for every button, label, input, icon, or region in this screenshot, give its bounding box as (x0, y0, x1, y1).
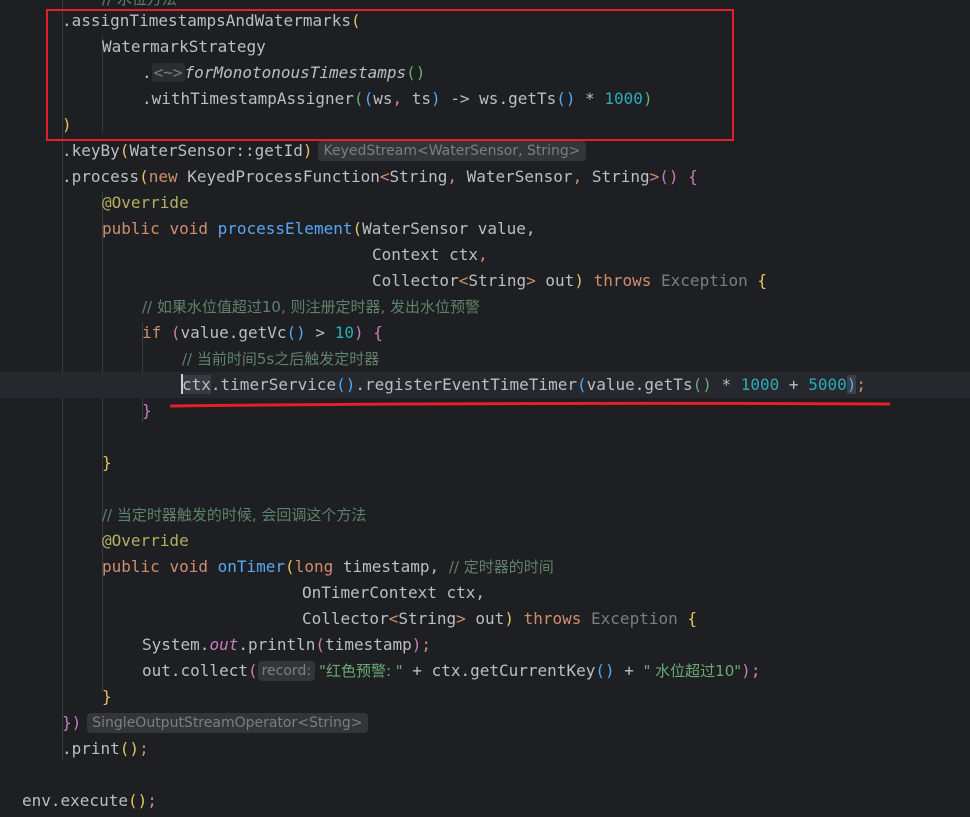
parameter: ctx (449, 245, 478, 264)
highlight-box (46, 9, 734, 141)
keyword: throws (523, 609, 592, 628)
text-caret (181, 374, 183, 394)
comment: // 当前时间5s之后触发定时器 (182, 350, 380, 368)
type-arg: String (468, 271, 527, 290)
class-name: KeyedProcessFunction (187, 167, 380, 186)
code-line: .print(); (62, 739, 149, 758)
keyword: public (102, 219, 170, 238)
method-call: .registerEventTimeTimer (355, 375, 577, 394)
operator: > (305, 323, 335, 342)
method-call: value.getTs (586, 375, 693, 394)
keyword: void (169, 557, 218, 576)
operator: + (614, 661, 644, 680)
parameter-type: Collector (302, 609, 389, 628)
method-call: out.collect (142, 661, 248, 680)
code-line: env.execute(); (22, 791, 157, 810)
method-call: value.getVc (180, 323, 287, 342)
parameter-type: Context (372, 245, 450, 264)
keyword: new (148, 167, 188, 186)
code-line: public void processElement(WaterSensor v… (102, 219, 536, 238)
parameter: out (535, 271, 575, 290)
operator: + (779, 375, 809, 394)
method-call: .process (62, 167, 140, 186)
parameter: timestamp, (342, 557, 449, 576)
method-call: .timerService (210, 375, 337, 394)
comment: // 当定时器触发的时候, 会回调这个方法 (102, 506, 367, 524)
argument: timestamp (325, 635, 412, 654)
parameter-type: Collector (372, 271, 459, 290)
close-brace: } (102, 687, 112, 706)
type-arg: String (398, 609, 457, 628)
keyword: void (169, 219, 218, 238)
string-literal: "红色预警: " (319, 662, 403, 680)
code-line: Collector<String> out) throws Exception … (302, 609, 697, 628)
parameter: OnTimerContext ctx, (302, 583, 486, 602)
close-brace: } (142, 401, 152, 420)
method-call: .keyBy (62, 141, 120, 160)
code-line: .keyBy(WaterSensor::getId) KeyedStream<Wa… (0, 138, 970, 164)
static-field: out (209, 635, 239, 654)
annotation: @Override (102, 531, 189, 550)
operator: + (402, 661, 432, 680)
parameter-hint: record: (257, 661, 316, 681)
comment: // 如果水位值超过10, 则注册定时器, 发出水位预警 (142, 298, 481, 316)
keyword: long (294, 557, 343, 576)
code-line: @Override (0, 528, 970, 554)
close-brace: }) (62, 713, 82, 732)
exception-type: Exception (591, 609, 688, 628)
parameter: WaterSensor value, (362, 219, 536, 238)
current-code-line[interactable]: ctx.timerService().registerEventTimeTime… (0, 372, 970, 398)
code-line: } (0, 450, 970, 476)
exception-type: Exception (661, 271, 758, 290)
type-hint: KeyedStream<WaterSensor, String> (318, 141, 586, 161)
close-brace: } (102, 453, 112, 472)
code-line: // 当定时器触发的时候, 会回调这个方法 (0, 502, 970, 528)
method-call: .println (238, 635, 316, 654)
number-literal: 5000 (808, 375, 847, 394)
number-literal: 1000 (740, 375, 780, 394)
code-line: OnTimerContext ctx, (0, 580, 970, 606)
code-line: public void onTimer(long timestamp, // 定… (102, 557, 554, 576)
code-line: Collector<String> out) throws Exception … (372, 271, 767, 290)
comment: // 定时器的时间 (448, 558, 554, 576)
code-line: out.collect(record: "红色预警: " + ctx.getCur… (142, 661, 761, 681)
code-line: .process(new KeyedProcessFunction<String… (62, 167, 698, 186)
keyword: if (142, 323, 171, 342)
method-call: env.execute (22, 791, 128, 810)
keyword: throws (593, 271, 662, 290)
annotation: @Override (102, 193, 189, 212)
string-literal: " 水位超过10" (643, 662, 742, 680)
parameter: out (465, 609, 505, 628)
keyword: public (102, 557, 170, 576)
code-line: }) SingleOutputStreamOperator<String> (0, 710, 970, 736)
number-literal: 10 (334, 323, 354, 342)
code-line: System.out.println(timestamp); (142, 635, 432, 654)
code-line: } (0, 684, 970, 710)
variable: ctx (182, 375, 211, 394)
code-line: if (value.getVc() > 10) { (142, 323, 383, 342)
code-editor[interactable]: // 水位方法 .assignTimestampsAndWatermarks( … (0, 0, 970, 817)
code-line: @Override (0, 190, 970, 216)
code-line: // 当前时间5s之后触发定时器 (0, 346, 970, 372)
type-arg: String (389, 167, 448, 186)
method-call: .print (62, 739, 120, 758)
method-reference: WaterSensor::getId (129, 141, 303, 160)
code-line: // 如果水位值超过10, 则注册定时器, 发出水位预警 (0, 294, 970, 320)
class-name: System. (142, 635, 210, 654)
type-arg: String (591, 167, 650, 186)
method-call: ctx.getCurrentKey (431, 661, 596, 680)
method-declaration: onTimer (217, 557, 286, 576)
highlight-underline (170, 401, 890, 408)
type-arg: WaterSensor (466, 167, 573, 186)
operator: * (711, 375, 741, 394)
method-declaration: processElement (217, 219, 353, 238)
type-hint: SingleOutputStreamOperator<String> (87, 713, 368, 733)
code-line: Context ctx, (372, 245, 488, 264)
